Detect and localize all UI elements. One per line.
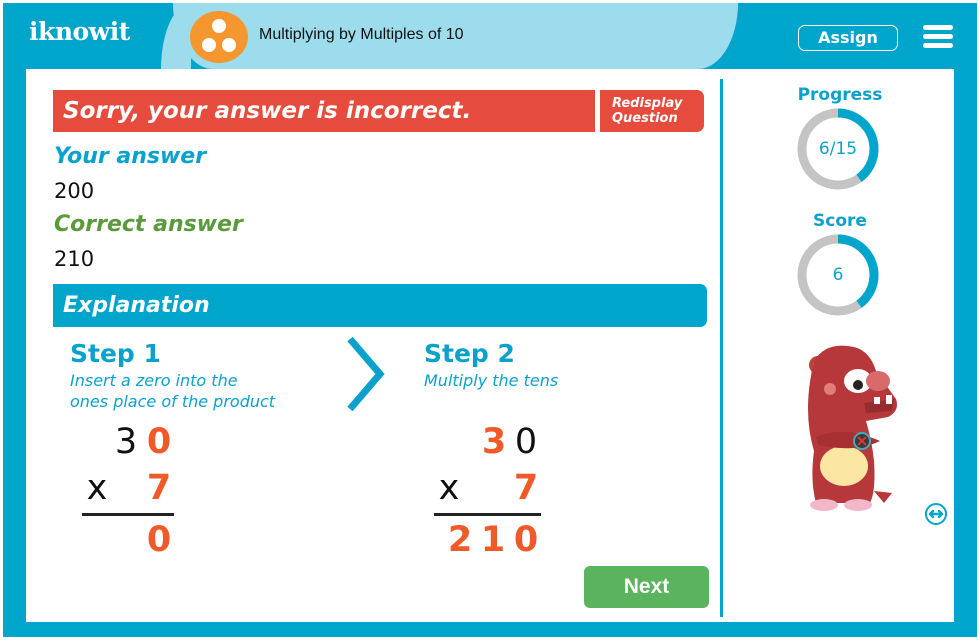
correct-answer-label: Correct answer — [54, 212, 243, 237]
step-description: Multiply the tens — [424, 370, 684, 391]
result-digit: 0 — [513, 520, 539, 560]
score-label: Score — [813, 211, 867, 231]
digit-highlight: 7 — [146, 468, 172, 508]
incorrect-banner: Sorry, your answer is incorrect. — [53, 90, 595, 132]
redisplay-line1: Redisplay — [612, 96, 683, 111]
correct-answer-value: 210 — [54, 247, 95, 271]
progress-ring: 6/15 — [788, 107, 888, 191]
progress-label: Progress — [797, 85, 883, 105]
result-digit: 1 — [480, 520, 506, 560]
step-desc-line: ones place of the product — [70, 392, 276, 411]
score-ring: 6 — [788, 233, 888, 317]
digit: 0 — [514, 422, 538, 462]
redisplay-question-button[interactable]: Redisplay Question — [600, 90, 704, 132]
step-title: Step 2 — [424, 339, 515, 368]
chevron-right-icon — [347, 337, 385, 411]
sum-line — [434, 513, 541, 516]
step-1: Step 1 Insert a zero into the ones place… — [70, 339, 330, 412]
result-digit: 0 — [146, 520, 172, 560]
digit-highlight: 7 — [513, 468, 539, 508]
header: iknowit Multiplying by Multiples of 10 A… — [3, 3, 977, 69]
your-answer-label: Your answer — [54, 144, 207, 169]
step-desc-line: Insert a zero into the — [70, 371, 238, 390]
step-2: Step 2 Multiply the tens — [424, 339, 684, 391]
digit-highlight: 3 — [481, 422, 507, 462]
digit-highlight: 0 — [146, 422, 172, 462]
logo-text: iknowit — [29, 17, 130, 46]
next-button[interactable]: Next — [584, 566, 709, 608]
result-digit: 2 — [447, 520, 473, 560]
your-answer-value: 200 — [54, 179, 95, 203]
progress-value: 6/15 — [818, 139, 858, 159]
main-panel: Sorry, your answer is incorrect. Redispl… — [26, 69, 954, 622]
monster-mascot-image — [808, 345, 897, 511]
hamburger-menu-icon[interactable] — [923, 25, 953, 49]
step-description: Insert a zero into the ones place of the… — [70, 370, 330, 412]
sum-line — [82, 513, 174, 516]
step-desc-line: Multiply the tens — [424, 371, 559, 390]
explanation-header: Explanation — [53, 284, 707, 327]
redisplay-line2: Question — [612, 111, 678, 126]
app-frame: iknowit Multiplying by Multiples of 10 A… — [3, 3, 977, 637]
multiply-sign: x — [86, 468, 108, 508]
score-value: 6 — [832, 265, 844, 285]
topic-tab: Multiplying by Multiples of 10 — [161, 3, 738, 69]
topic-title: Multiplying by Multiples of 10 — [259, 26, 464, 43]
three-dots-icon — [190, 11, 248, 63]
panel-divider — [720, 79, 723, 617]
expand-horizontal-icon[interactable] — [924, 502, 948, 526]
iknowit-logo[interactable]: iknowit — [29, 17, 130, 46]
assign-button[interactable]: Assign — [798, 25, 898, 51]
step-title: Step 1 — [70, 339, 161, 368]
digit: 3 — [114, 422, 138, 462]
multiply-sign: x — [438, 468, 460, 508]
